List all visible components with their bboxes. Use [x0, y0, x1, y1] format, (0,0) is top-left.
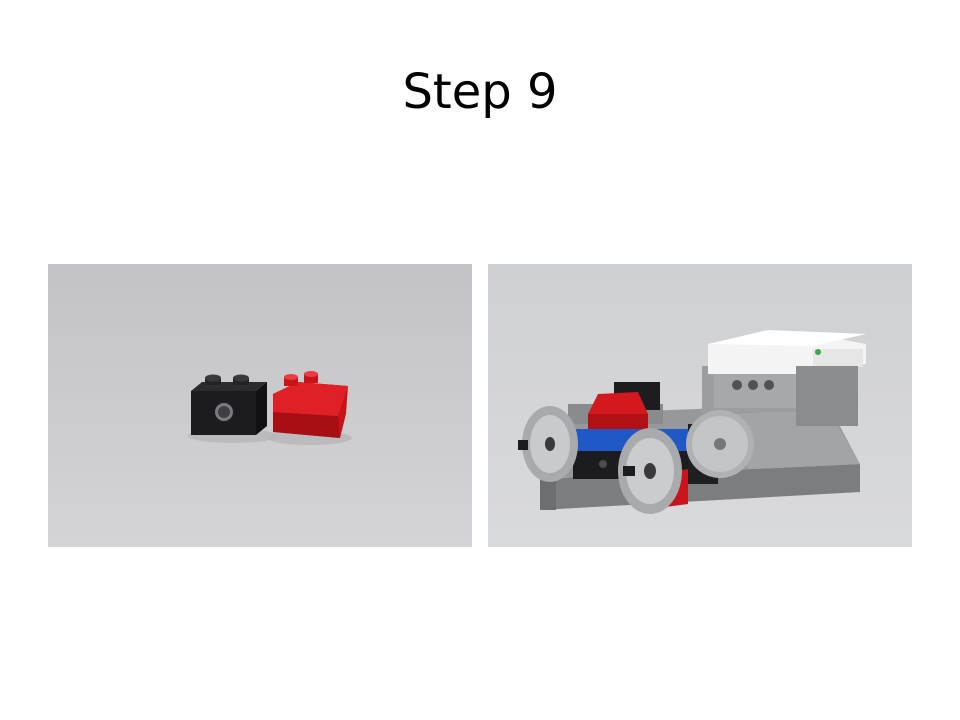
black-technic-brick [191, 374, 267, 435]
parts-photo-image [48, 264, 472, 547]
assembled-model-image [488, 264, 912, 547]
slide-title: Step 9 [402, 64, 558, 120]
right-wheel [618, 428, 682, 514]
assembled-model-photo [488, 264, 912, 547]
gray-gear [686, 410, 754, 478]
parts-photo [48, 264, 472, 547]
